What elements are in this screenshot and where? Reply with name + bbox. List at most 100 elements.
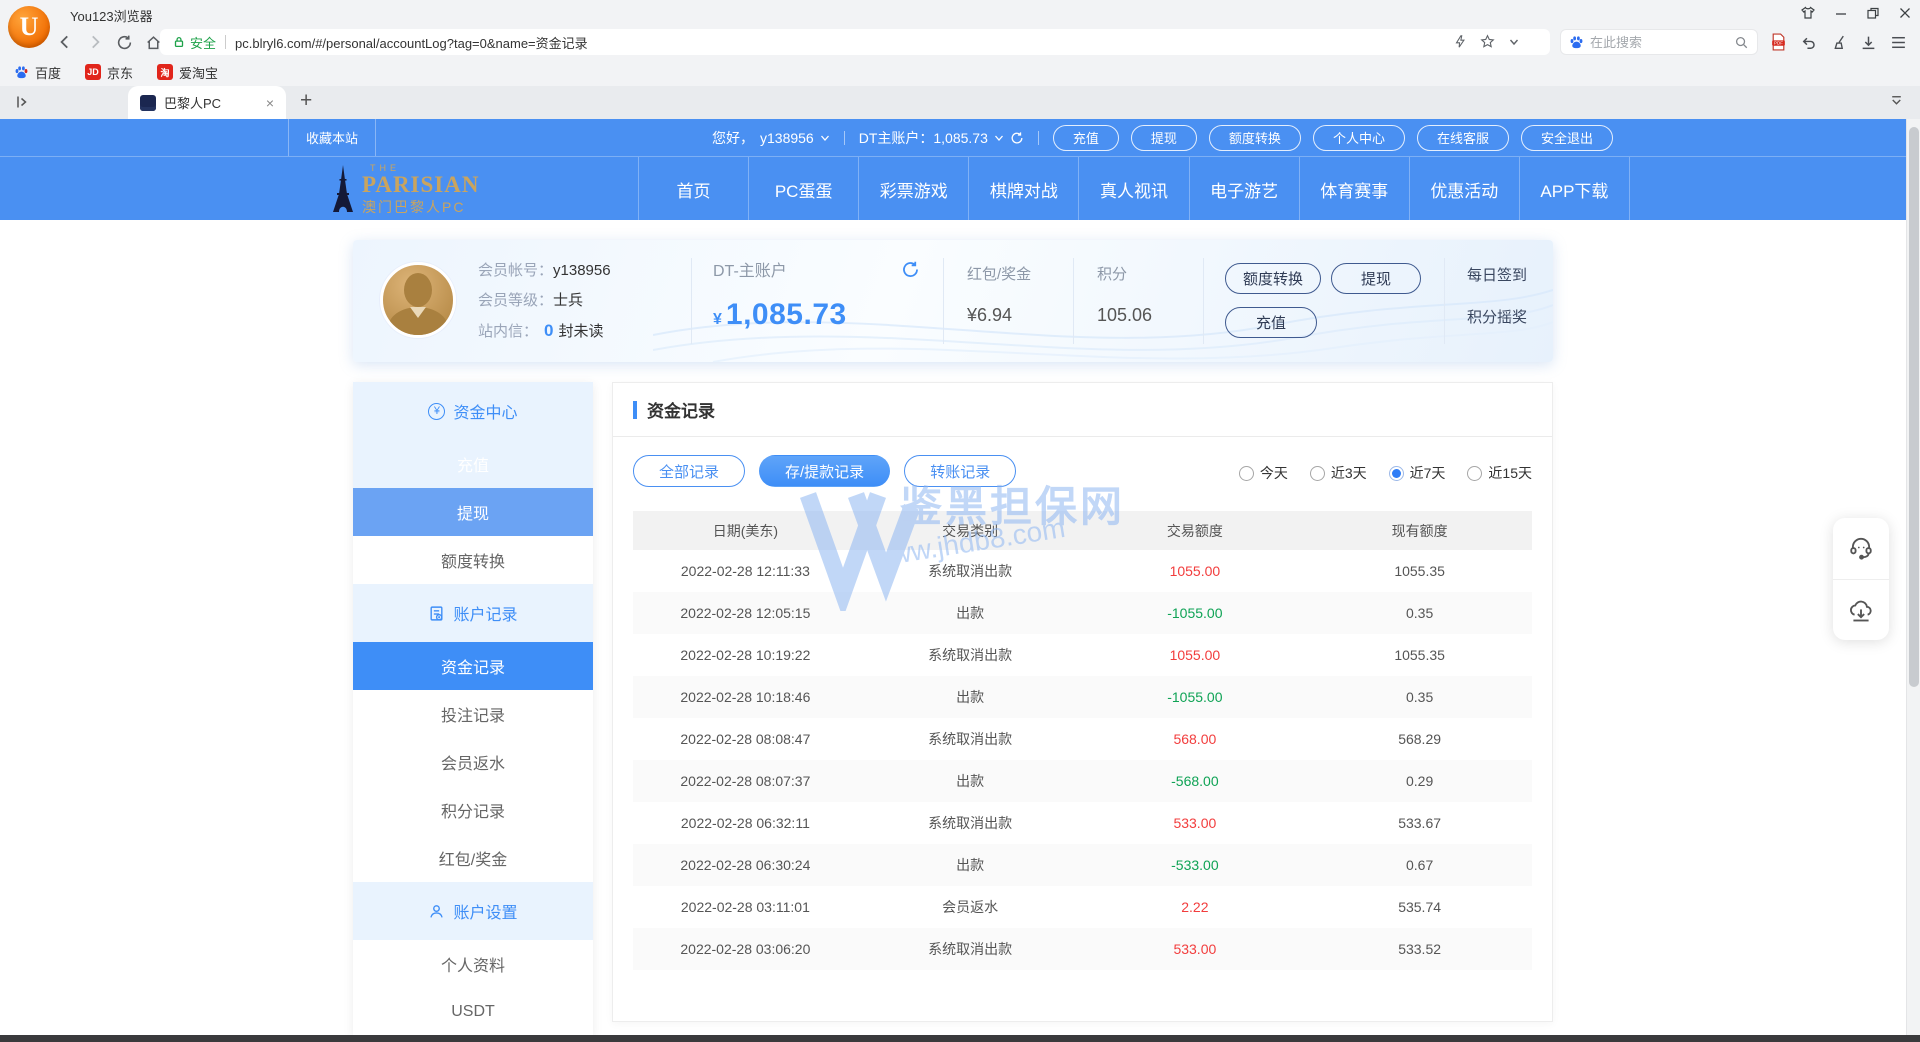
tab-bar: 巴黎人PC × + — [0, 86, 1920, 119]
close-button[interactable] — [1898, 6, 1912, 20]
refresh-icon[interactable] — [1010, 131, 1024, 145]
sidebar-item[interactable]: 积分记录 — [353, 786, 593, 834]
url-text: pc.blryl6.com/#/personal/accountLog?tag=… — [235, 33, 588, 52]
strip-action-button[interactable]: 安全退出 — [1521, 125, 1613, 151]
date-range-radios: 今天 近3天 近7天 近15天 — [1239, 463, 1532, 483]
record-type-tab[interactable]: 转账记录 — [904, 455, 1016, 487]
menu-icon[interactable] — [1890, 35, 1907, 50]
cloud-download-icon[interactable] — [1833, 579, 1889, 641]
divider — [1444, 258, 1445, 344]
sidebar-item[interactable]: 投注记录 — [353, 690, 593, 738]
nav-menu-item[interactable]: 棋牌对战 — [968, 157, 1078, 221]
site-brand[interactable]: THE PARISIAN 澳门巴黎人PC — [330, 163, 479, 217]
jd-icon: JD — [85, 64, 101, 80]
date-range-radio[interactable]: 近3天 — [1310, 463, 1367, 483]
nav-menu-item[interactable]: APP下载 — [1519, 157, 1630, 221]
sidebar-item[interactable]: 额度转换 — [353, 536, 593, 584]
customer-service-icon[interactable] — [1833, 518, 1889, 579]
refresh-balance-icon[interactable] — [901, 260, 920, 279]
eiffel-tower-icon — [330, 164, 356, 216]
sidebar-item[interactable]: USDT — [353, 988, 593, 1036]
theme-skin-icon[interactable] — [1800, 5, 1816, 21]
cell-date: 2022-02-28 10:18:46 — [633, 689, 858, 705]
scrollbar-thumb[interactable] — [1909, 127, 1919, 687]
lightning-icon[interactable] — [1453, 34, 1467, 49]
sidebar-item[interactable]: 红包/奖金 — [353, 834, 593, 882]
brand-name: PARISIAN — [362, 173, 479, 197]
cell-balance: 0.29 — [1307, 773, 1532, 789]
search-input[interactable] — [1590, 35, 1728, 50]
nav-menu-item[interactable]: 彩票游戏 — [858, 157, 968, 221]
bookmark-jd[interactable]: JD 京东 — [85, 63, 133, 82]
sidebar-item[interactable]: 会员返水 — [353, 738, 593, 786]
nav-menu-item[interactable]: 首页 — [638, 157, 748, 221]
tab-list-toggle-icon[interactable] — [14, 94, 30, 110]
sidebar-group-settings-items: 个人资料USDT — [353, 940, 593, 1036]
page-scrollbar[interactable] — [1906, 119, 1920, 1035]
cell-amount: -1055.00 — [1083, 689, 1308, 705]
date-range-radio[interactable]: 近7天 — [1389, 463, 1446, 483]
pdf-tool-icon[interactable]: PDF — [1770, 33, 1787, 51]
strip-action-button[interactable]: 额度转换 — [1209, 125, 1301, 151]
undo-icon[interactable] — [1800, 34, 1817, 51]
nav-menu-item[interactable]: PC蛋蛋 — [748, 157, 858, 221]
daily-signin-link[interactable]: 每日签到 — [1467, 255, 1527, 297]
radio-dot — [1467, 466, 1482, 481]
cell-type: 出款 — [858, 771, 1083, 791]
strip-action-button[interactable]: 在线客服 — [1417, 125, 1509, 151]
back-icon[interactable] — [56, 33, 74, 51]
favorite-star-icon[interactable] — [1480, 34, 1495, 49]
cell-type: 出款 — [858, 687, 1083, 707]
address-bar[interactable]: 安全 pc.blryl6.com/#/personal/accountLog?t… — [160, 29, 1550, 55]
new-tab-button[interactable]: + — [300, 89, 312, 113]
cleaner-brush-icon[interactable] — [1830, 34, 1847, 51]
table-row: 2022-02-28 12:11:33 系统取消出款 1055.00 1055.… — [633, 550, 1532, 592]
browser-tab[interactable]: 巴黎人PC × — [128, 86, 286, 119]
inbox-row[interactable]: 站内信：0封未读 — [478, 316, 611, 347]
favorite-site-link[interactable]: 收藏本站 — [288, 119, 376, 156]
deposit-button[interactable]: 充值 — [1225, 307, 1317, 338]
table-header-row: 日期(美东)交易类别交易额度现有额度 — [633, 511, 1532, 550]
bookmark-taobao[interactable]: 淘 爱淘宝 — [157, 63, 218, 82]
record-type-tab[interactable]: 全部记录 — [633, 455, 745, 487]
greeting-text[interactable]: 您好，y138956 — [712, 128, 830, 148]
transfer-quota-button[interactable]: 额度转换 — [1225, 263, 1321, 294]
sidebar-item[interactable]: 资金记录 — [353, 642, 593, 690]
quick-search-box[interactable] — [1560, 29, 1758, 55]
window-controls — [1800, 0, 1912, 26]
main-account-text[interactable]: DT主账户：1,085.73 — [859, 128, 1024, 148]
nav-menu-item[interactable]: 真人视讯 — [1078, 157, 1188, 221]
minimize-button[interactable] — [1834, 6, 1848, 20]
nav-buttons — [56, 26, 162, 58]
cell-balance: 0.67 — [1307, 857, 1532, 873]
search-icon[interactable] — [1734, 35, 1749, 50]
sidebar-item[interactable]: 个人资料 — [353, 940, 593, 988]
cell-amount: 1055.00 — [1083, 563, 1308, 579]
strip-action-button[interactable]: 个人中心 — [1313, 125, 1405, 151]
bookmark-baidu[interactable]: 百度 — [14, 63, 61, 82]
restore-button[interactable] — [1866, 6, 1880, 20]
strip-action-button[interactable]: 充值 — [1053, 125, 1119, 151]
nav-menu-item[interactable]: 优惠活动 — [1409, 157, 1519, 221]
divider — [943, 258, 944, 344]
date-range-radio[interactable]: 近15天 — [1467, 463, 1532, 483]
download-manager-icon[interactable] — [1860, 34, 1877, 51]
nav-menu-item[interactable]: 电子游艺 — [1189, 157, 1299, 221]
funds-record-panel: 资金记录 全部记录存/提款记录转账记录 今天近3天近7天近15天 日期(美东)交… — [612, 382, 1553, 1022]
points-lottery-link[interactable]: 积分摇奖 — [1467, 297, 1527, 339]
reload-icon[interactable] — [116, 34, 133, 51]
tab-close-icon[interactable]: × — [266, 96, 274, 110]
sidebar-item[interactable]: 提现 — [353, 488, 593, 536]
taobao-icon: 淘 — [157, 64, 173, 80]
sidebar-group-label: 账户记录 — [453, 601, 517, 625]
withdraw-button[interactable]: 提现 — [1331, 263, 1421, 294]
forward-icon[interactable] — [86, 33, 104, 51]
date-range-radio[interactable]: 今天 — [1239, 463, 1288, 483]
yen-circle-icon — [428, 403, 445, 420]
toolbar-collapse-icon[interactable] — [1889, 93, 1904, 108]
nav-menu-item[interactable]: 体育赛事 — [1299, 157, 1409, 221]
record-type-tab[interactable]: 存/提款记录 — [759, 455, 890, 487]
strip-action-button[interactable]: 提现 — [1131, 125, 1197, 151]
sidebar-item[interactable]: 充值 — [353, 440, 593, 488]
chevron-down-icon[interactable] — [1508, 36, 1520, 48]
